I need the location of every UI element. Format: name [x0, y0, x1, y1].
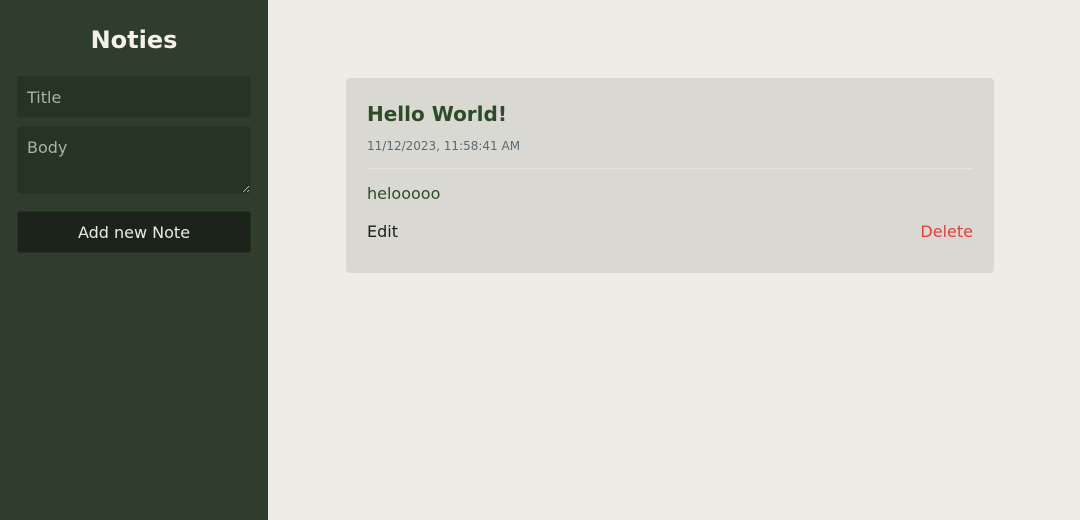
- sidebar: Noties Add new Note: [0, 0, 268, 520]
- notes-area: Hello World! 11/12/2023, 11:58:41 AM hel…: [268, 0, 1080, 520]
- note-title: Hello World!: [367, 102, 507, 126]
- title-input[interactable]: [17, 76, 251, 118]
- note-body: helooooo: [367, 184, 441, 203]
- note-divider: [367, 168, 973, 169]
- note-date: 11/12/2023, 11:58:41 AM: [367, 139, 521, 153]
- body-input[interactable]: [17, 126, 251, 194]
- delete-button[interactable]: Delete: [920, 222, 973, 241]
- note-actions: Edit Delete: [367, 220, 973, 242]
- note-card: Hello World! 11/12/2023, 11:58:41 AM hel…: [346, 78, 994, 273]
- app-title: Noties: [90, 26, 178, 54]
- add-note-button[interactable]: Add new Note: [17, 211, 251, 253]
- edit-button[interactable]: Edit: [367, 222, 398, 241]
